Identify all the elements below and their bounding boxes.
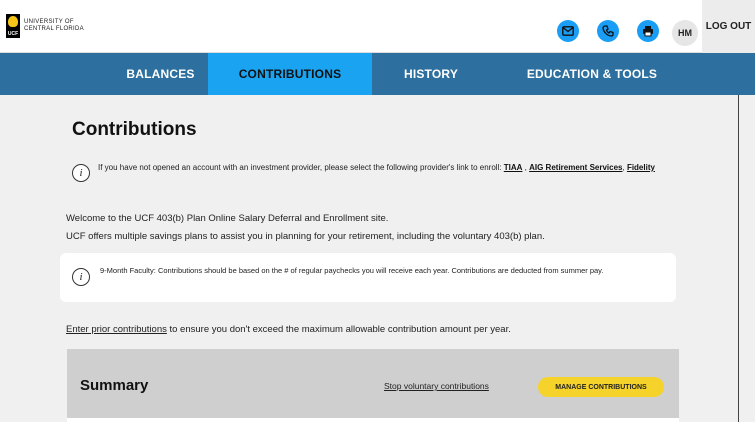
scroll-edge-divider [738,95,739,422]
mail-icon[interactable] [557,20,579,42]
welcome-text: Welcome to the UCF 403(b) Plan Online Sa… [66,210,545,246]
summary-panel: Summary Stop voluntary contributions MAN… [67,349,679,422]
printer-icon[interactable] [637,20,659,42]
enroll-info: i If you have not opened an account with… [72,162,672,182]
manage-contributions-button[interactable]: MANAGE CONTRIBUTIONS [538,377,664,397]
prior-contributions-line: Enter prior contributions to ensure you … [66,324,511,335]
tab-education-tools[interactable]: EDUCATION & TOOLS [490,53,694,95]
prior-contributions-text: to ensure you don't exceed the maximum a… [166,324,511,335]
tiaa-link[interactable]: TIAA [504,163,523,172]
faculty-notice: i 9-Month Faculty: Contributions should … [60,253,676,302]
logo-mark-text: UCF [7,31,19,37]
main-nav: BALANCES CONTRIBUTIONS HISTORY EDUCATION… [0,53,755,95]
summary-title: Summary [80,377,149,394]
top-header: UCF UNIVERSITY OF CENTRAL FLORIDA HM LOG… [0,0,755,53]
welcome-line2: UCF offers multiple savings plans to ass… [66,231,545,242]
info-icon: i [72,164,90,182]
user-avatar[interactable]: HM [672,20,698,46]
tab-balances[interactable]: BALANCES [113,53,208,95]
aig-link[interactable]: AIG Retirement Services [529,163,622,172]
enter-prior-contributions-link[interactable]: Enter prior contributions [66,324,167,335]
info-icon: i [72,268,90,286]
ucf-logo[interactable]: UCF UNIVERSITY OF CENTRAL FLORIDA [6,14,84,38]
fidelity-link[interactable]: Fidelity [627,163,655,172]
enroll-info-text: If you have not opened an account with a… [98,162,655,182]
enroll-info-message: If you have not opened an account with a… [98,163,504,172]
ucf-pegasus-logo-icon: UCF [6,14,20,38]
stop-contributions-link[interactable]: Stop voluntary contributions [384,381,489,391]
logout-button[interactable]: LOG OUT [702,0,755,53]
notice-text: 9-Month Faculty: Contributions should be… [100,266,604,275]
logo-line1: UNIVERSITY OF [24,19,74,25]
tab-history[interactable]: HISTORY [372,53,490,95]
summary-content-edge [67,418,679,422]
tab-contributions[interactable]: CONTRIBUTIONS [208,53,372,95]
logo-line2: CENTRAL FLORIDA [24,26,84,32]
logo-text: UNIVERSITY OF CENTRAL FLORIDA [24,19,84,33]
phone-icon[interactable] [597,20,619,42]
welcome-line1: Welcome to the UCF 403(b) Plan Online Sa… [66,213,389,224]
page-title: Contributions [72,119,197,140]
